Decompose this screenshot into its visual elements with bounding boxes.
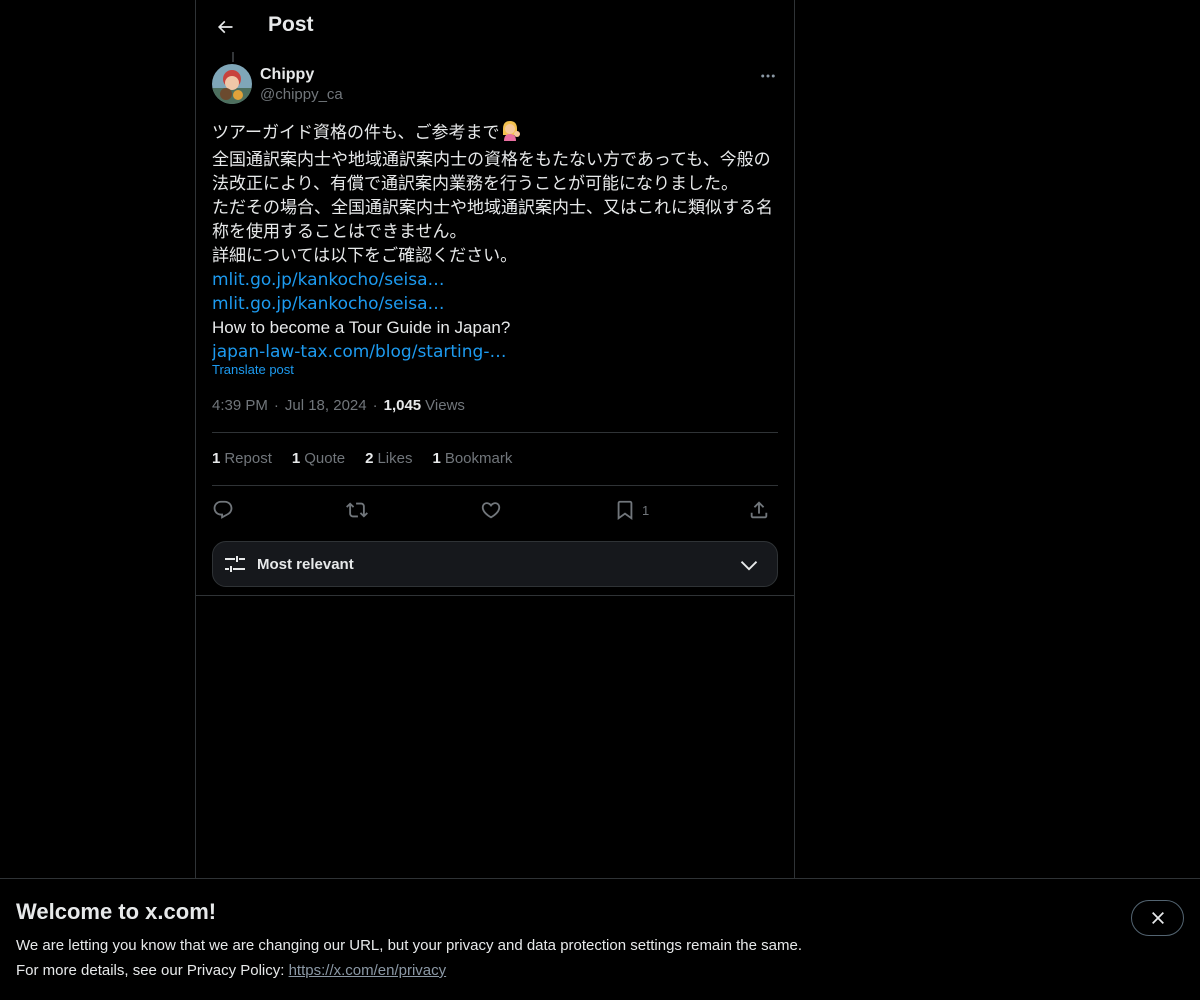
page-title: Post xyxy=(268,13,314,36)
bookmark-count: 1 xyxy=(642,502,650,518)
likes-count: 2 xyxy=(365,450,374,467)
reposts-label: Repost xyxy=(224,450,272,467)
post-line: ただその場合、全国通訳案内士や地域通訳案内士、又はこれに類似する名 xyxy=(212,198,773,218)
separator: · xyxy=(273,397,279,414)
more-options-button[interactable] xyxy=(756,64,780,88)
arrow-left-icon xyxy=(217,20,233,34)
post-line: ツアーガイド資格の件も、ご参考まで xyxy=(212,119,782,148)
divider xyxy=(212,432,778,433)
avatar[interactable] xyxy=(212,64,252,104)
main-column: Post Chippy @chippy_ca ツアーガイド資格の件も、ご参考まで… xyxy=(195,0,795,880)
close-banner-button[interactable] xyxy=(1131,900,1184,936)
thread-connector xyxy=(232,52,234,62)
author-handle[interactable]: @chippy_ca xyxy=(260,85,343,105)
more-icon xyxy=(761,74,775,78)
repost-button[interactable] xyxy=(346,496,368,524)
reposts-stat[interactable]: 1 Repost xyxy=(212,450,272,467)
repost-icon xyxy=(346,502,368,518)
views-count: 1,045 xyxy=(383,397,422,414)
post-date[interactable]: Jul 18, 2024 xyxy=(285,397,367,414)
post-line: How to become a Tour Guide in Japan? xyxy=(212,318,511,337)
page-header: Post xyxy=(196,0,794,53)
post-line: 詳細については以下をご確認ください。 xyxy=(212,246,518,266)
author-name[interactable]: Chippy xyxy=(260,64,343,85)
bookmarks-stat[interactable]: 1 Bookmark xyxy=(432,450,512,467)
reposts-count: 1 xyxy=(212,450,221,467)
woman-tipping-hand-emoji-icon xyxy=(499,119,521,148)
banner-details-text: For more details, see our Privacy Policy… xyxy=(16,962,289,979)
privacy-policy-link[interactable]: https://x.com/en/privacy xyxy=(289,962,447,979)
sort-label: Most relevant xyxy=(257,555,354,573)
post-text: ツアーガイド資格の件も、ご参考まで 全国通訳案内士や地域通訳案内士の資格をもたな… xyxy=(212,119,782,364)
bookmark-icon xyxy=(617,500,633,521)
reply-button[interactable] xyxy=(212,496,234,524)
post-author: Chippy @chippy_ca xyxy=(212,64,343,105)
post-line: 称を使用することはできません。 xyxy=(212,222,467,242)
heart-icon xyxy=(481,502,501,519)
post-metadata: 4:39 PM · Jul 18, 2024 · 1,045 Views xyxy=(212,397,465,414)
banner-title: Welcome to x.com! xyxy=(16,899,217,924)
reply-sort-dropdown[interactable]: Most relevant xyxy=(212,541,778,587)
bookmarks-label: Bookmark xyxy=(444,450,513,467)
views-label: Views xyxy=(425,397,465,414)
banner-message: We are letting you know that we are chan… xyxy=(16,937,802,954)
post-link[interactable]: japan-law-tax.com/blog/starting-… xyxy=(212,340,782,364)
like-button[interactable] xyxy=(480,496,502,524)
post-line-text: ツアーガイド資格の件も、ご参考まで xyxy=(212,123,500,143)
quotes-stat[interactable]: 1 Quote xyxy=(292,450,345,467)
chevron-down-icon xyxy=(740,561,758,571)
post-link[interactable]: mlit.go.jp/kankocho/seisa… xyxy=(212,292,782,316)
share-icon xyxy=(750,501,768,519)
sliders-icon xyxy=(225,556,245,572)
close-icon xyxy=(1151,912,1164,924)
divider xyxy=(196,595,794,596)
reply-icon xyxy=(213,500,233,519)
likes-stat[interactable]: 2 Likes xyxy=(365,450,412,467)
post-time[interactable]: 4:39 PM xyxy=(212,397,268,414)
welcome-banner: Welcome to x.com! We are letting you kno… xyxy=(0,878,1200,1000)
bookmarks-count: 1 xyxy=(432,450,441,467)
post-line: 法改正により、有償で通訳案内業務を行うことが可能になりました。 xyxy=(212,174,738,194)
likes-label: Likes xyxy=(377,450,413,467)
translate-post-link[interactable]: Translate post xyxy=(212,362,294,377)
quotes-count: 1 xyxy=(291,450,301,467)
separator: · xyxy=(372,397,378,414)
back-button[interactable] xyxy=(208,10,242,44)
banner-details: For more details, see our Privacy Policy… xyxy=(16,962,446,979)
post-actions: 1 xyxy=(212,496,778,524)
post-line: 全国通訳案内士や地域通訳案内士の資格をもたない方であっても、今般の xyxy=(212,150,771,170)
divider xyxy=(212,485,778,486)
bookmark-button[interactable]: 1 xyxy=(614,496,649,524)
quotes-label: Quote xyxy=(304,450,346,467)
engagement-stats: 1 Repost 1 Quote 2 Likes 1 Bookmark xyxy=(212,450,532,467)
post-link[interactable]: mlit.go.jp/kankocho/seisa… xyxy=(212,268,782,292)
share-button[interactable] xyxy=(748,496,770,524)
